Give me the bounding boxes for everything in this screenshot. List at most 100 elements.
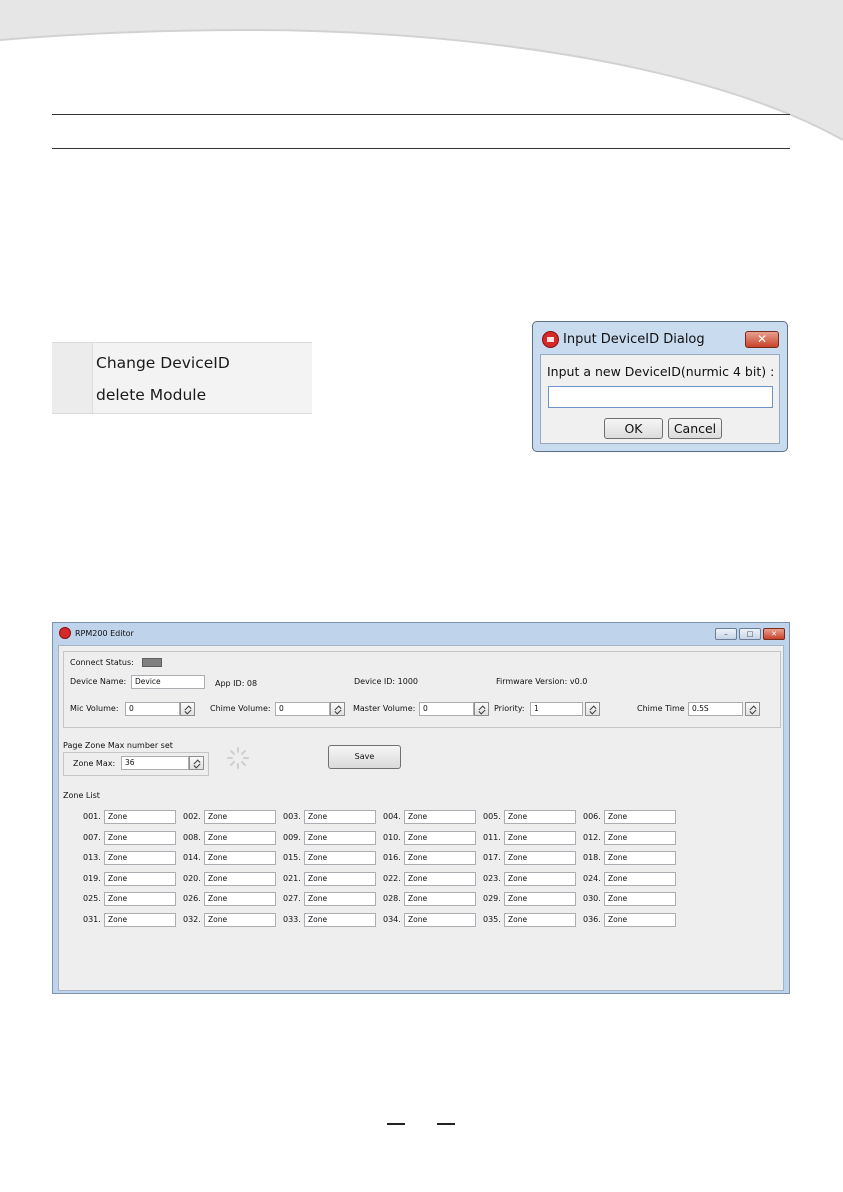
header-rule-top bbox=[52, 114, 790, 115]
chime-time-stepper[interactable] bbox=[745, 702, 760, 716]
zone-name-field[interactable]: Zone bbox=[604, 831, 676, 845]
firmware-version-text: Firmware Version: v0.0 bbox=[496, 677, 588, 686]
zone-name-field[interactable]: Zone bbox=[604, 892, 676, 906]
zone-name-field[interactable]: Zone bbox=[304, 831, 376, 845]
chime-volume-field[interactable]: 0 bbox=[275, 702, 330, 716]
zone-number: 013. bbox=[83, 853, 101, 862]
priority-label: Priority: bbox=[494, 704, 525, 713]
chime-time-field[interactable]: 0.5S bbox=[688, 702, 743, 716]
zone-name-field[interactable]: Zone bbox=[104, 810, 176, 824]
zone-name-field[interactable]: Zone bbox=[404, 913, 476, 927]
zone-name-field[interactable]: Zone bbox=[604, 851, 676, 865]
dialog-title: Input DeviceID Dialog bbox=[563, 332, 705, 347]
zone-max-label: Zone Max: bbox=[73, 759, 116, 768]
priority-stepper[interactable] bbox=[585, 702, 600, 716]
zone-number: 022. bbox=[383, 874, 401, 883]
page-number-mark bbox=[437, 1123, 455, 1125]
mic-volume-stepper[interactable] bbox=[180, 702, 195, 716]
master-volume-field[interactable]: 0 bbox=[419, 702, 474, 716]
device-name-label: Device Name: bbox=[70, 677, 127, 686]
zone-name-field[interactable]: Zone bbox=[504, 892, 576, 906]
zone-name-field[interactable]: Zone bbox=[204, 913, 276, 927]
zone-number: 016. bbox=[383, 853, 401, 862]
zone-number: 024. bbox=[583, 874, 601, 883]
zone-number: 031. bbox=[83, 915, 101, 924]
zone-name-field[interactable]: Zone bbox=[604, 872, 676, 886]
zone-number: 006. bbox=[583, 812, 601, 821]
window-close-button[interactable]: ✕ bbox=[763, 628, 785, 640]
zone-name-field[interactable]: Zone bbox=[304, 851, 376, 865]
menu-item-delete-module[interactable]: delete Module bbox=[96, 386, 206, 404]
device-name-field[interactable]: Device bbox=[131, 675, 205, 689]
page-zone-group-label: Page Zone Max number set bbox=[63, 741, 173, 750]
rpm200-editor-window: RPM200 Editor – □ ✕ Connect Status: Devi… bbox=[52, 622, 790, 994]
editor-client-area: Connect Status: Device Name: Device App … bbox=[58, 645, 784, 991]
zone-name-field[interactable]: Zone bbox=[404, 831, 476, 845]
zone-name-field[interactable]: Zone bbox=[104, 892, 176, 906]
zone-number: 028. bbox=[383, 894, 401, 903]
zone-max-field[interactable]: 36 bbox=[121, 756, 189, 770]
priority-field[interactable]: 1 bbox=[530, 702, 583, 716]
dialog-close-button[interactable]: ✕ bbox=[745, 331, 779, 348]
zone-number: 030. bbox=[583, 894, 601, 903]
chime-volume-stepper[interactable] bbox=[330, 702, 345, 716]
zone-number: 015. bbox=[283, 853, 301, 862]
cancel-button[interactable]: Cancel bbox=[668, 418, 722, 439]
zone-name-field[interactable]: Zone bbox=[204, 892, 276, 906]
zone-name-field[interactable]: Zone bbox=[504, 831, 576, 845]
zone-number: 034. bbox=[383, 915, 401, 924]
zone-number: 035. bbox=[483, 915, 501, 924]
zone-name-field[interactable]: Zone bbox=[504, 810, 576, 824]
zone-name-field[interactable]: Zone bbox=[604, 810, 676, 824]
zone-number: 002. bbox=[183, 812, 201, 821]
zone-name-field[interactable]: Zone bbox=[104, 913, 176, 927]
chime-volume-label: Chime Volume: bbox=[210, 704, 271, 713]
zone-number: 021. bbox=[283, 874, 301, 883]
zone-name-field[interactable]: Zone bbox=[304, 913, 376, 927]
zone-name-field[interactable]: Zone bbox=[404, 892, 476, 906]
zone-name-field[interactable]: Zone bbox=[104, 851, 176, 865]
zone-name-field[interactable]: Zone bbox=[204, 851, 276, 865]
minimize-button[interactable]: – bbox=[715, 628, 737, 640]
menu-item-change-deviceid[interactable]: Change DeviceID bbox=[96, 354, 230, 372]
zone-name-field[interactable]: Zone bbox=[304, 872, 376, 886]
mic-volume-field[interactable]: 0 bbox=[125, 702, 180, 716]
zone-name-field[interactable]: Zone bbox=[304, 810, 376, 824]
zone-number: 033. bbox=[283, 915, 301, 924]
zone-name-field[interactable]: Zone bbox=[204, 831, 276, 845]
app-id-text: App ID: 08 bbox=[215, 679, 258, 688]
deviceid-input[interactable] bbox=[548, 386, 773, 408]
zone-name-field[interactable]: Zone bbox=[404, 851, 476, 865]
connect-status-label: Connect Status: bbox=[70, 658, 134, 667]
ok-button[interactable]: OK bbox=[604, 418, 663, 439]
device-id-text: Device ID: 1000 bbox=[354, 677, 419, 686]
zone-name-field[interactable]: Zone bbox=[104, 831, 176, 845]
zone-number: 023. bbox=[483, 874, 501, 883]
zone-max-stepper[interactable] bbox=[189, 756, 204, 770]
input-deviceid-dialog: Input DeviceID Dialog ✕ Input a new Devi… bbox=[532, 321, 788, 452]
master-volume-stepper[interactable] bbox=[474, 702, 489, 716]
zone-name-field[interactable]: Zone bbox=[204, 810, 276, 824]
zone-name-field[interactable]: Zone bbox=[504, 913, 576, 927]
zone-name-field[interactable]: Zone bbox=[404, 872, 476, 886]
save-button[interactable]: Save bbox=[328, 745, 401, 769]
zone-number: 027. bbox=[283, 894, 301, 903]
dialog-body: Input a new DeviceID(nurmic 4 bit) : OK … bbox=[540, 354, 780, 444]
master-volume-label: Master Volume: bbox=[353, 704, 416, 713]
zone-name-field[interactable]: Zone bbox=[604, 913, 676, 927]
zone-number: 010. bbox=[383, 833, 401, 842]
zone-number: 008. bbox=[183, 833, 201, 842]
zone-name-field[interactable]: Zone bbox=[504, 851, 576, 865]
mic-volume-label: Mic Volume: bbox=[70, 704, 119, 713]
zone-name-field[interactable]: Zone bbox=[404, 810, 476, 824]
maximize-button[interactable]: □ bbox=[739, 628, 761, 640]
zone-name-field[interactable]: Zone bbox=[304, 892, 376, 906]
zone-name-field[interactable]: Zone bbox=[104, 872, 176, 886]
zone-number: 005. bbox=[483, 812, 501, 821]
page-number-mark bbox=[387, 1123, 405, 1125]
zone-number: 003. bbox=[283, 812, 301, 821]
zone-name-field[interactable]: Zone bbox=[504, 872, 576, 886]
zone-name-field[interactable]: Zone bbox=[204, 872, 276, 886]
zone-number: 036. bbox=[583, 915, 601, 924]
dialog-prompt: Input a new DeviceID(nurmic 4 bit) : bbox=[547, 364, 775, 379]
